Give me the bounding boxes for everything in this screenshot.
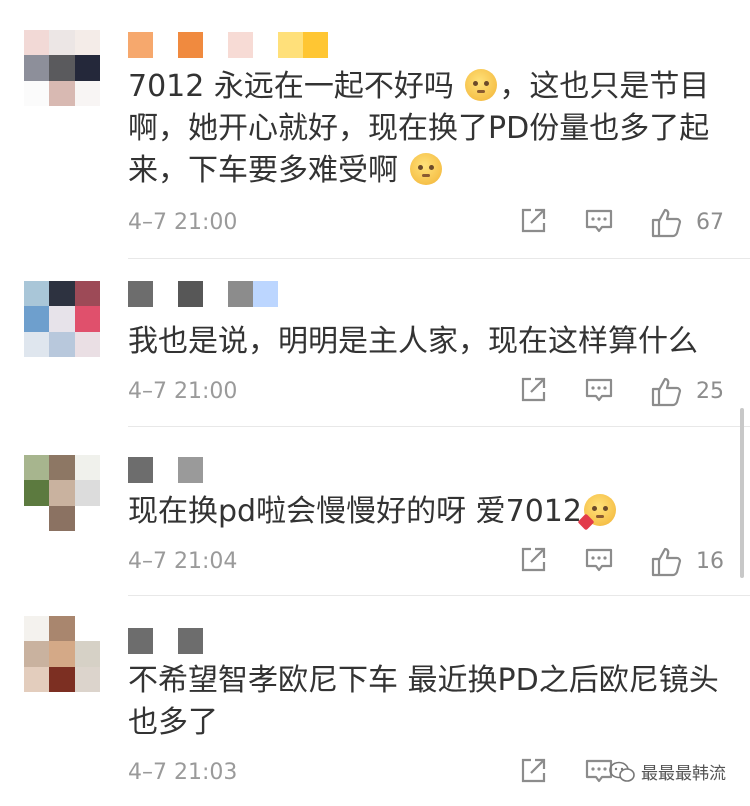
avatar-pixel	[24, 480, 50, 506]
avatar-pixel	[74, 505, 100, 531]
username-pixel	[153, 628, 178, 654]
like-count: 25	[696, 379, 724, 404]
comment-icon[interactable]	[584, 545, 614, 575]
username-pixel	[203, 281, 228, 307]
avatar-pixel	[74, 641, 100, 667]
avatar-pixel	[74, 281, 100, 307]
comment-item: 现在换pd啦会慢慢好的呀 爱7012 4–7 21:04 16	[0, 427, 750, 595]
comment-meta: 4–7 21:00 67	[128, 206, 728, 240]
avatar-pixel	[24, 641, 50, 667]
avatar-pixel	[49, 306, 75, 332]
like-count: 67	[696, 210, 724, 235]
avatar-pixel	[24, 616, 50, 642]
avatar-pixel	[49, 55, 75, 81]
share-icon[interactable]	[518, 206, 548, 236]
avatar[interactable]	[24, 281, 100, 357]
username-pixel	[178, 457, 203, 483]
avatar[interactable]	[24, 455, 100, 531]
username-pixel	[303, 32, 328, 58]
avatar-pixel	[74, 80, 100, 106]
username[interactable]	[128, 281, 278, 307]
username-pixel	[178, 32, 203, 58]
thumbs-up-icon[interactable]	[650, 545, 684, 577]
avatar-pixel	[74, 455, 100, 481]
comment-meta: 4–7 21:00 25	[128, 375, 728, 409]
username-pixel	[153, 281, 178, 307]
blushing-heart-emoji-icon	[577, 494, 616, 531]
username-pixel	[128, 281, 153, 307]
comment-text: 7012 永远在一起不好吗 ，这也只是节目啊，她开心就好，现在换了PD份量也多了…	[128, 69, 710, 188]
avatar-pixel	[74, 331, 100, 357]
username[interactable]	[128, 628, 203, 654]
avatar-pixel	[24, 505, 50, 531]
username[interactable]	[128, 32, 328, 58]
like-count: 16	[696, 549, 724, 574]
avatar-pixel	[24, 80, 50, 106]
avatar-pixel	[49, 455, 75, 481]
pleading-face-emoji-icon	[465, 69, 498, 101]
watermark-label: 最最最韩流	[641, 764, 726, 784]
comment-item: 7012 永远在一起不好吗 ，这也只是节目啊，她开心就好，现在换了PD份量也多了…	[0, 0, 750, 258]
username-pixel	[228, 281, 253, 307]
username-pixel	[278, 32, 303, 58]
username-pixel	[153, 32, 178, 58]
scrollbar[interactable]	[740, 408, 744, 578]
username-pixel	[203, 32, 228, 58]
avatar-pixel	[74, 666, 100, 692]
watermark: 最最最韩流	[609, 759, 726, 784]
comment-time: 4–7 21:00	[128, 210, 238, 235]
avatar-pixel	[49, 281, 75, 307]
username-pixel	[128, 628, 153, 654]
avatar[interactable]	[24, 616, 100, 692]
username[interactable]	[128, 457, 203, 483]
comment-time: 4–7 21:03	[128, 760, 238, 785]
avatar-pixel	[24, 55, 50, 81]
comment-time: 4–7 21:00	[128, 379, 238, 404]
username-pixel	[178, 281, 203, 307]
avatar-pixel	[24, 455, 50, 481]
avatar-pixel	[24, 666, 50, 692]
username-pixel	[228, 32, 253, 58]
avatar-pixel	[49, 616, 75, 642]
avatar-pixel	[74, 616, 100, 642]
share-icon[interactable]	[518, 756, 548, 786]
avatar-pixel	[49, 80, 75, 106]
comment-text: 我也是说，明明是主人家，现在这样算什么	[128, 324, 698, 359]
wechat-official-account-icon	[609, 761, 635, 782]
avatar-pixel	[74, 480, 100, 506]
avatar-pixel	[49, 666, 75, 692]
username-pixel	[153, 457, 178, 483]
share-icon[interactable]	[518, 375, 548, 405]
username-pixel	[253, 32, 278, 58]
pleading-face-emoji-icon	[409, 153, 442, 185]
comment-text: 现在换pd啦会慢慢好的呀 爱7012	[128, 491, 728, 533]
comment-meta: 4–7 21:04 16	[128, 545, 728, 579]
thumbs-up-icon[interactable]	[650, 375, 684, 407]
avatar-pixel	[49, 505, 75, 531]
avatar-pixel	[24, 331, 50, 357]
comment-icon[interactable]	[584, 375, 614, 405]
avatar-pixel	[74, 30, 100, 56]
comment-text: 不希望智孝欧尼下车 最近换PD之后欧尼镜头也多了	[128, 663, 719, 740]
avatar-pixel	[49, 30, 75, 56]
comment-time: 4–7 21:04	[128, 549, 238, 574]
username-pixel	[128, 32, 153, 58]
avatar-pixel	[49, 480, 75, 506]
avatar-pixel	[74, 55, 100, 81]
avatar-pixel	[24, 306, 50, 332]
avatar-pixel	[49, 331, 75, 357]
avatar[interactable]	[24, 30, 100, 106]
avatar-pixel	[24, 30, 50, 56]
avatar-pixel	[49, 641, 75, 667]
thumbs-up-icon[interactable]	[650, 206, 684, 238]
avatar-pixel	[24, 281, 50, 307]
avatar-pixel	[74, 306, 100, 332]
username-pixel	[128, 457, 153, 483]
username-pixel	[178, 628, 203, 654]
comment-item: 我也是说，明明是主人家，现在这样算什么 4–7 21:00 25	[0, 259, 750, 425]
username-pixel	[253, 281, 278, 307]
comment-icon[interactable]	[584, 206, 614, 236]
share-icon[interactable]	[518, 545, 548, 575]
